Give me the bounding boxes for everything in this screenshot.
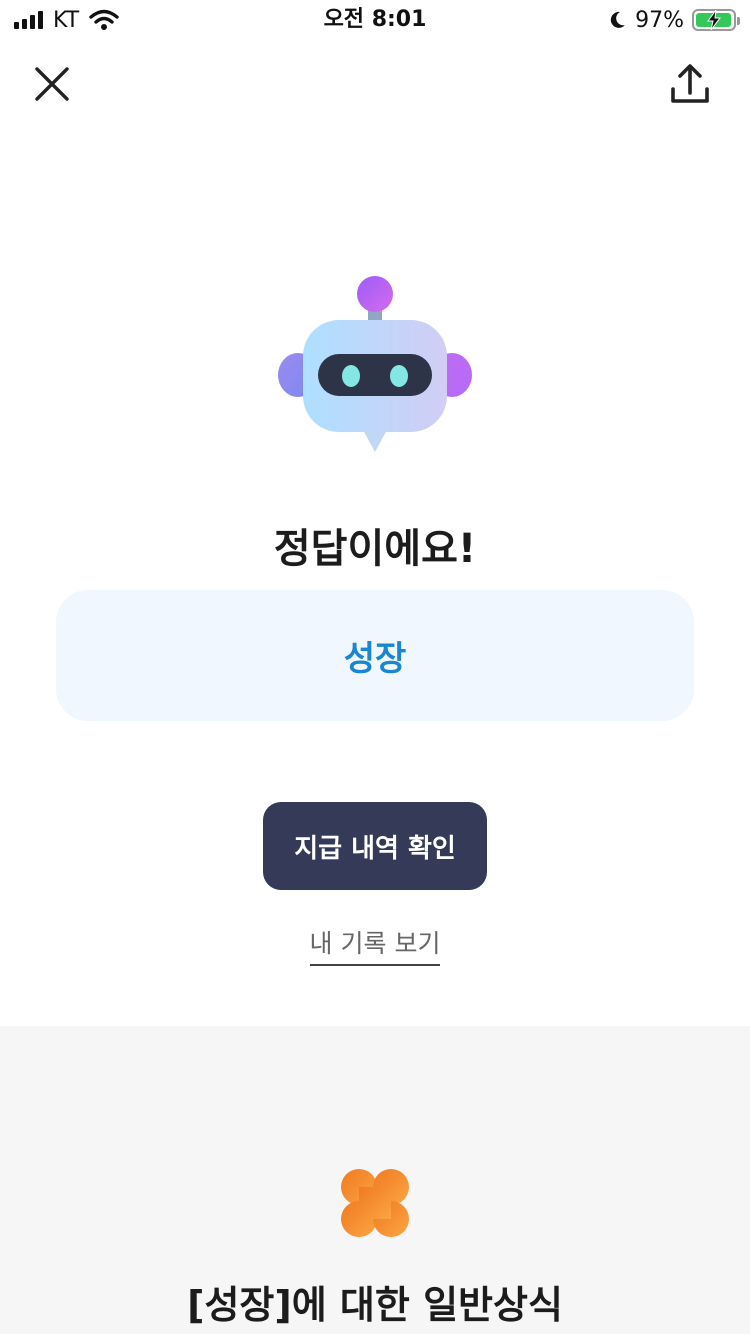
clover-icon xyxy=(341,1169,409,1237)
robot-mascot-icon xyxy=(278,276,472,452)
my-records-link[interactable]: 내 기록 보기 xyxy=(309,924,441,966)
share-button[interactable] xyxy=(666,60,714,108)
payment-history-button[interactable]: 지급 내역 확인 xyxy=(263,802,487,890)
battery-percent: 97% xyxy=(635,7,684,33)
status-right: 97% xyxy=(607,6,740,34)
status-bar: KT 오전 8:01 97% xyxy=(0,0,750,40)
close-button[interactable] xyxy=(30,62,74,106)
answer-text: 성장 xyxy=(343,639,407,679)
result-title: 정답이에요! xyxy=(273,526,477,572)
charging-bolt-icon xyxy=(707,10,721,30)
general-knowledge-section: [성장]에 대한 일반상식 xyxy=(0,1026,750,1334)
answer-card: 성장 xyxy=(56,590,694,721)
battery-icon xyxy=(692,9,740,31)
section-title: [성장]에 대한 일반상식 xyxy=(187,1283,563,1327)
moon-icon xyxy=(610,11,626,28)
records-link-wrapper: 내 기록 보기 xyxy=(0,924,750,966)
share-icon xyxy=(671,64,709,103)
close-icon xyxy=(35,67,69,101)
quiz-result-screen: KT 오전 8:01 97% 정답이에요! 성장 지급 내역 확인 내 기록 보… xyxy=(0,0,750,1334)
